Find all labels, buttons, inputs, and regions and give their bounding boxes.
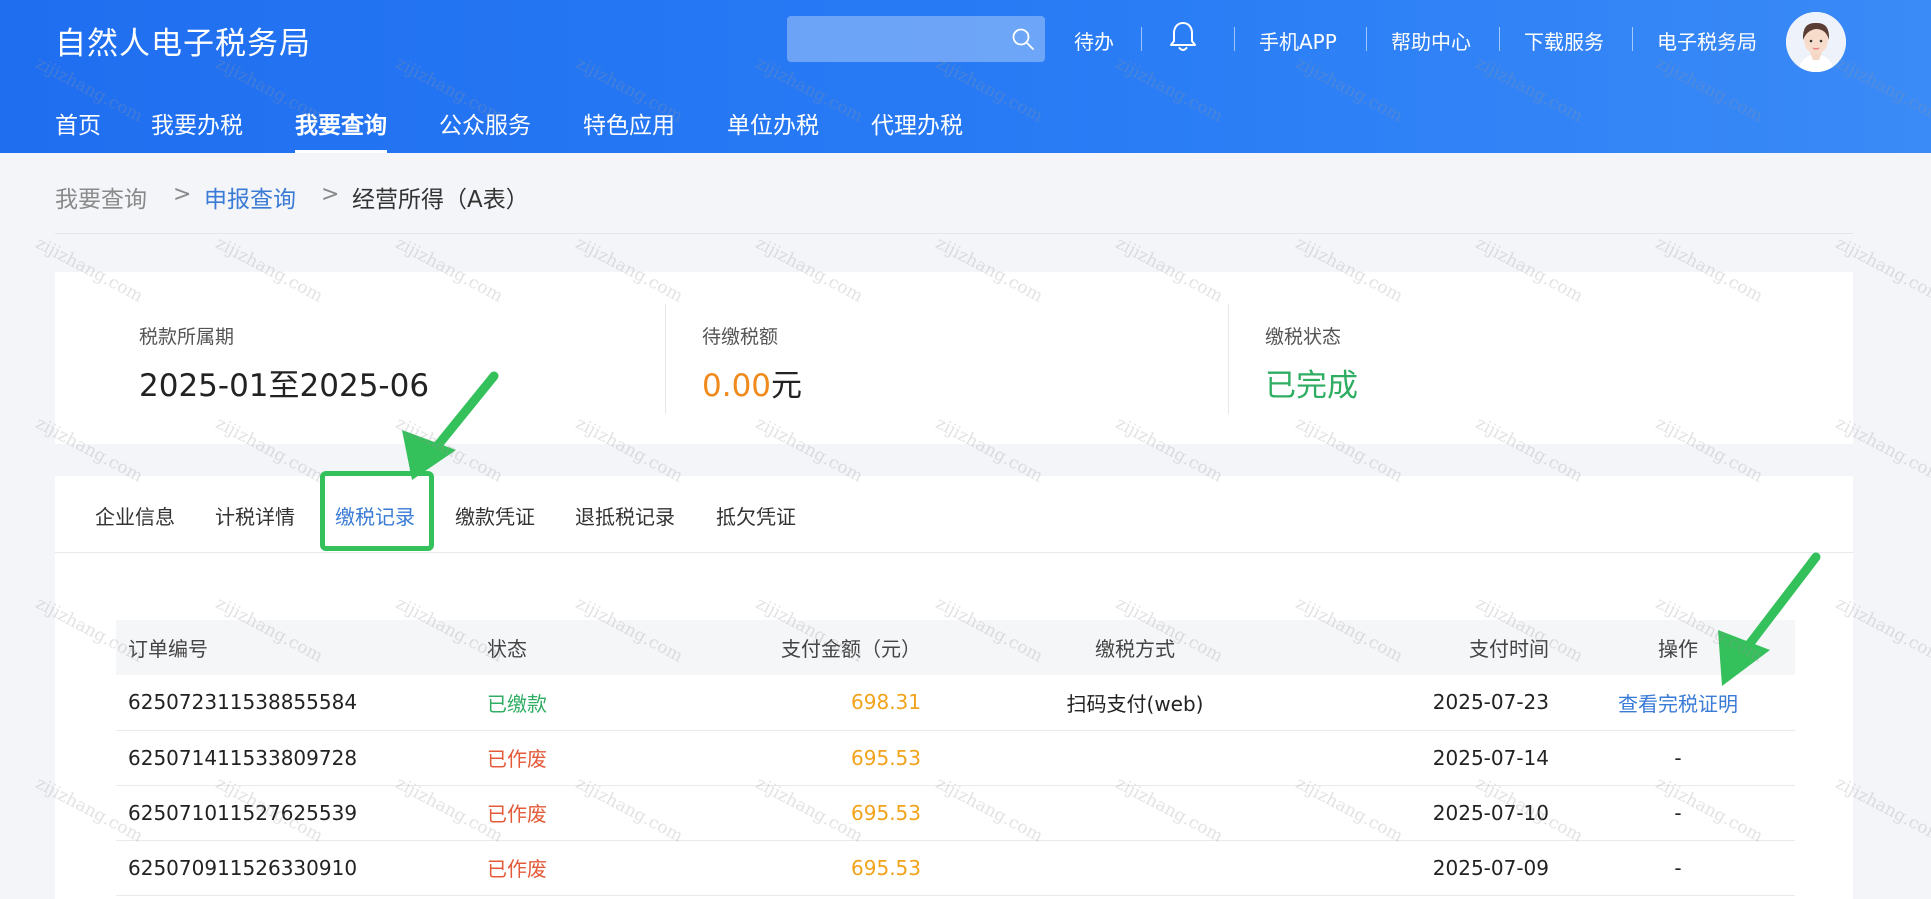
order-id: 625072311538855584 bbox=[128, 690, 358, 715]
payment-status-label: 缴税状态 bbox=[1265, 326, 1342, 348]
divider bbox=[1366, 27, 1367, 51]
nav-item-home[interactable]: 首页 bbox=[55, 106, 101, 153]
etax-bureau-link[interactable]: 电子税务局 bbox=[1657, 26, 1757, 55]
tab-refund-records[interactable]: 退抵税记录 bbox=[575, 501, 675, 530]
operation-placeholder: - bbox=[1674, 800, 1682, 825]
bell-icon[interactable] bbox=[1167, 20, 1199, 54]
status-badge: 已作废 bbox=[487, 747, 547, 771]
pending-tax-label: 待缴税额 bbox=[702, 326, 779, 348]
pending-tax-unit: 元 bbox=[771, 368, 803, 404]
breadcrumb-divider bbox=[55, 233, 1853, 234]
payment-status-value: 已完成 bbox=[1265, 368, 1358, 404]
nav-item-public-service[interactable]: 公众服务 bbox=[439, 106, 531, 153]
period-label: 税款所属期 bbox=[139, 326, 235, 348]
tab-highlight-box bbox=[320, 471, 434, 551]
order-id: 625071411533809728 bbox=[128, 745, 358, 770]
divider bbox=[1632, 27, 1633, 51]
search-input[interactable] bbox=[787, 16, 1045, 62]
nav-item-agent-tax[interactable]: 代理办税 bbox=[871, 106, 963, 153]
pending-tax-amount: 0.00 bbox=[702, 368, 772, 404]
download-service-link[interactable]: 下载服务 bbox=[1524, 26, 1604, 55]
avatar-icon bbox=[1786, 12, 1846, 72]
search-icon[interactable] bbox=[1011, 27, 1035, 51]
breadcrumb-declaration-query[interactable]: 申报查询 bbox=[204, 180, 296, 214]
order-id: 625071011527625539 bbox=[128, 800, 358, 825]
breadcrumb-query[interactable]: 我要查询 bbox=[55, 180, 147, 214]
payment-time: 2025-07-10 bbox=[1432, 800, 1549, 825]
nav-item-featured-apps[interactable]: 特色应用 bbox=[583, 106, 675, 153]
nav-item-tax-handling[interactable]: 我要办税 bbox=[151, 106, 243, 153]
todo-link[interactable]: 待办 bbox=[1074, 26, 1114, 55]
operation-placeholder: - bbox=[1674, 855, 1682, 880]
payment-time: 2025-07-09 bbox=[1432, 855, 1549, 880]
summary-divider bbox=[1228, 304, 1229, 414]
tab-payment-voucher[interactable]: 缴款凭证 bbox=[455, 501, 535, 530]
amount: 698.31 bbox=[851, 690, 921, 715]
payment-method: 扫码支付(web) bbox=[1066, 691, 1204, 716]
status-badge: 已缴款 bbox=[487, 691, 547, 716]
site-brand[interactable]: 自然人电子税务局 bbox=[55, 18, 311, 63]
status-badge: 已作废 bbox=[487, 857, 547, 881]
order-id: 625070911526330910 bbox=[128, 855, 358, 880]
tabs-divider bbox=[55, 552, 1853, 553]
payment-time: 2025-07-14 bbox=[1432, 745, 1549, 770]
table-header-row: 订单编号 状态 支付金额（元） 缴税方式 支付时间 操作 bbox=[116, 620, 1795, 675]
divider bbox=[1499, 27, 1500, 51]
help-center-link[interactable]: 帮助中心 bbox=[1391, 26, 1471, 55]
top-header: 自然人电子税务局 待办 手机APP 帮助中心 下载服务 电子税务局 首页 我要办… bbox=[0, 0, 1931, 153]
divider bbox=[1141, 27, 1142, 51]
payment-method bbox=[933, 730, 1337, 785]
header-status: 状态 bbox=[487, 637, 527, 661]
nav-item-unit-tax[interactable]: 单位办税 bbox=[727, 106, 819, 153]
summary-divider bbox=[665, 304, 666, 414]
user-avatar[interactable] bbox=[1786, 12, 1846, 72]
view-tax-certificate-link[interactable]: 查看完税证明 bbox=[1561, 675, 1795, 730]
payment-records-table: 订单编号 状态 支付金额（元） 缴税方式 支付时间 操作 62507231153… bbox=[116, 620, 1795, 896]
header-time: 支付时间 bbox=[1469, 637, 1549, 661]
amount: 695.53 bbox=[851, 855, 921, 880]
tab-offset-voucher[interactable]: 抵欠凭证 bbox=[716, 501, 796, 530]
tax-summary-card: 税款所属期 2025-01至2025-06 待缴税额 0.00元 缴税状态 已完… bbox=[55, 272, 1853, 444]
period-value: 2025-01至2025-06 bbox=[139, 368, 430, 404]
table-row: 625071411533809728 已作废 695.53 2025-07-14… bbox=[116, 730, 1795, 785]
nav-item-query[interactable]: 我要查询 bbox=[295, 106, 387, 153]
breadcrumb-chevron-icon: > bbox=[321, 182, 340, 207]
table-row: 625070911526330910 已作废 695.53 2025-07-09… bbox=[116, 840, 1795, 895]
payment-method bbox=[933, 840, 1337, 895]
header-amount: 支付金额（元） bbox=[781, 637, 921, 661]
status-badge: 已作废 bbox=[487, 802, 547, 826]
amount: 695.53 bbox=[851, 745, 921, 770]
pending-tax-value: 0.00元 bbox=[702, 360, 802, 405]
tab-company-info[interactable]: 企业信息 bbox=[95, 501, 175, 530]
amount: 695.53 bbox=[851, 800, 921, 825]
header-order-id: 订单编号 bbox=[128, 637, 208, 661]
tab-tax-details[interactable]: 计税详情 bbox=[215, 501, 295, 530]
divider bbox=[1234, 27, 1235, 51]
header-method: 缴税方式 bbox=[1095, 637, 1175, 661]
payment-time: 2025-07-23 bbox=[1432, 690, 1549, 715]
breadcrumb-current: 经营所得（A表） bbox=[352, 187, 529, 213]
breadcrumb-chevron-icon: > bbox=[173, 182, 192, 207]
payment-method bbox=[933, 785, 1337, 840]
operation-placeholder: - bbox=[1674, 745, 1682, 770]
table-row: 625072311538855584 已缴款 698.31 扫码支付(web) … bbox=[116, 675, 1795, 730]
table-row: 625071011527625539 已作废 695.53 2025-07-10… bbox=[116, 785, 1795, 840]
header-operation: 操作 bbox=[1658, 637, 1698, 661]
mobile-app-link[interactable]: 手机APP bbox=[1259, 26, 1337, 55]
